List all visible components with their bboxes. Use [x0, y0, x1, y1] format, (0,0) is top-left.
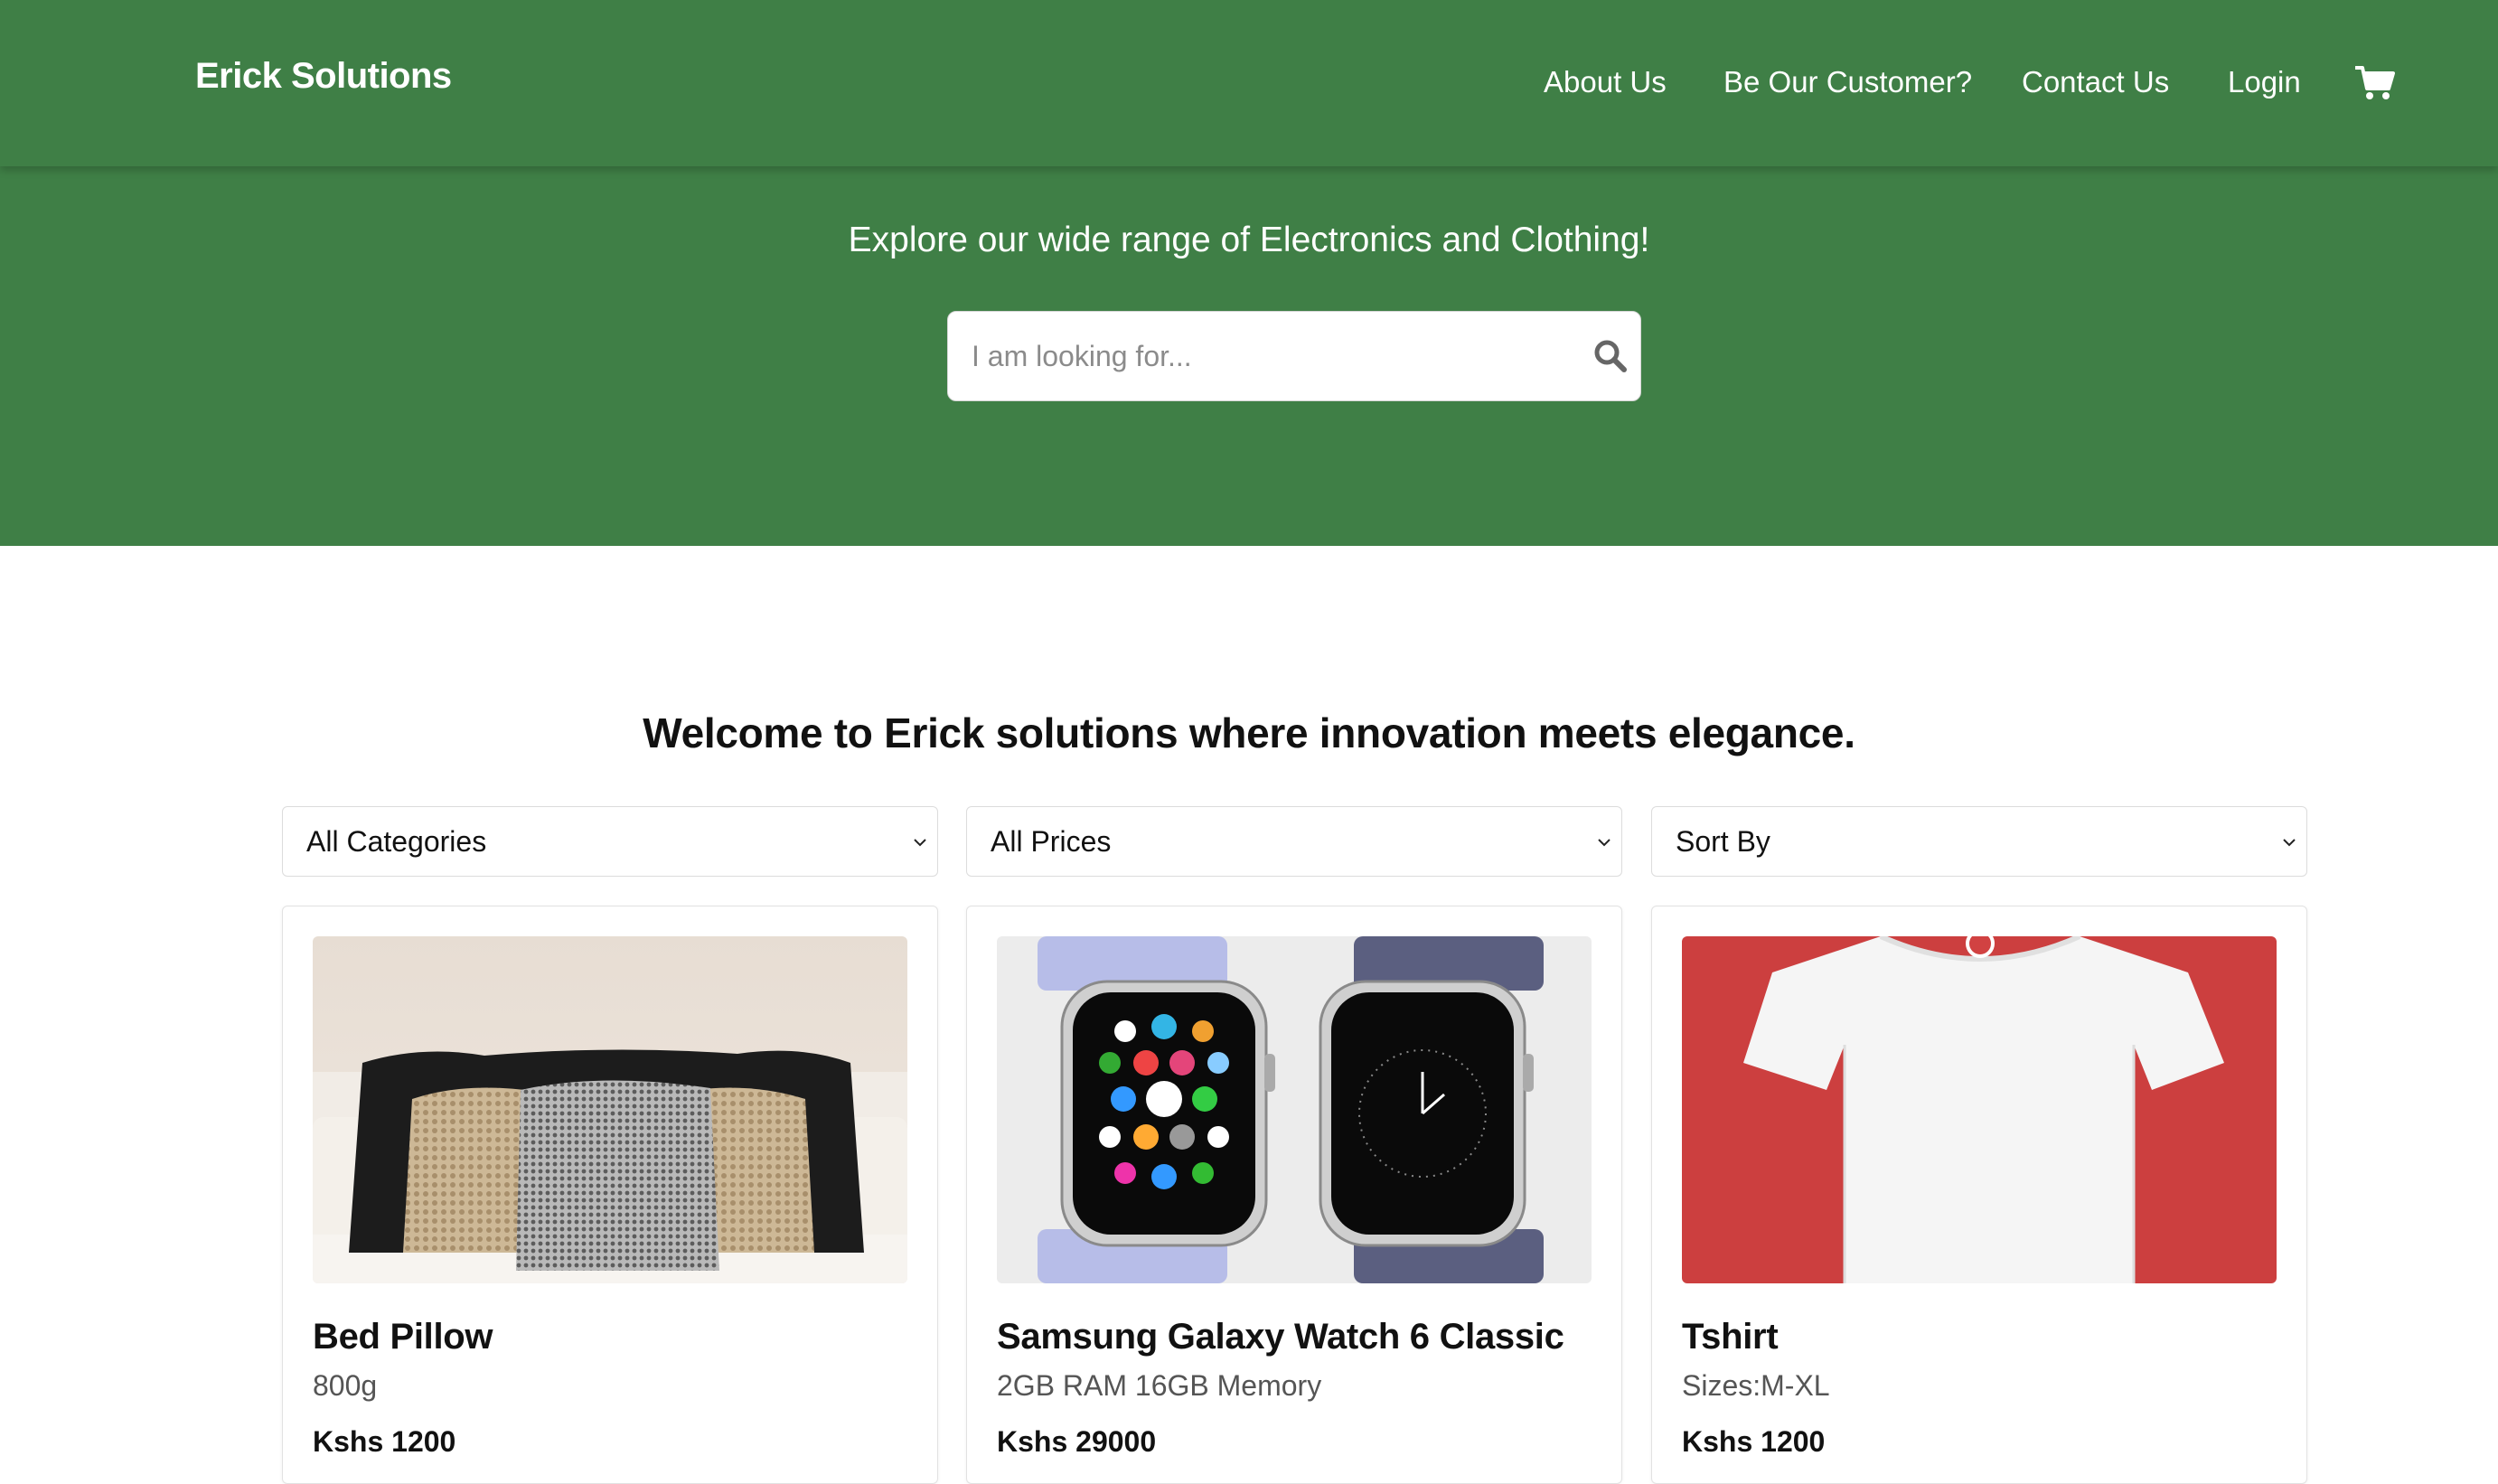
product-name[interactable]: Samsung Galaxy Watch 6 Classic	[997, 1317, 1564, 1357]
product-image-smartwatch[interactable]	[997, 936, 1592, 1283]
chevron-down-icon	[914, 839, 926, 847]
search-icon[interactable]	[1593, 339, 1628, 373]
product-name[interactable]: Tshirt	[1682, 1317, 1779, 1357]
product-description: 2GB RAM 16GB Memory	[997, 1369, 1322, 1402]
chevron-down-icon	[1598, 839, 1611, 847]
welcome-heading: Welcome to Erick solutions where innovat…	[643, 709, 1855, 756]
nav-login[interactable]: Login	[2228, 65, 2301, 99]
sort-by-value: Sort By	[1676, 825, 1770, 858]
product-image-pillows[interactable]	[313, 936, 907, 1283]
search-input[interactable]	[948, 312, 1572, 400]
search-box	[947, 311, 1641, 401]
product-price: Kshs 1200	[1682, 1425, 1826, 1458]
hero-banner: Explore our wide range of Electronics an…	[0, 166, 2498, 546]
top-navbar: Erick Solutions About Us Be Our Customer…	[0, 0, 2498, 166]
shopping-cart-icon[interactable]	[2354, 65, 2395, 101]
brand-logo[interactable]: Erick Solutions	[195, 56, 452, 97]
category-filter-select[interactable]: All Categories	[282, 806, 938, 877]
nav-about-us[interactable]: About Us	[1544, 65, 1667, 99]
hero-title: Explore our wide range of Electronics an…	[848, 221, 1650, 259]
product-card[interactable]: Tshirt Sizes:M-XL Kshs 1200	[1651, 906, 2307, 1484]
product-price: Kshs 1200	[313, 1425, 456, 1458]
product-card[interactable]: Samsung Galaxy Watch 6 Classic 2GB RAM 1…	[966, 906, 1622, 1484]
chevron-down-icon	[2283, 839, 2296, 847]
price-filter-value: All Prices	[991, 825, 1112, 858]
nav-be-our-customer[interactable]: Be Our Customer?	[1723, 65, 1972, 99]
product-description: Sizes:M-XL	[1682, 1369, 1830, 1402]
price-filter-select[interactable]: All Prices	[966, 806, 1622, 877]
sort-by-select[interactable]: Sort By	[1651, 806, 2307, 877]
product-card[interactable]: Bed Pillow 800g Kshs 1200	[282, 906, 938, 1484]
product-image-tshirt[interactable]	[1682, 936, 2277, 1283]
category-filter-value: All Categories	[306, 825, 487, 858]
product-description: 800g	[313, 1369, 378, 1402]
product-name[interactable]: Bed Pillow	[313, 1317, 493, 1357]
nav-contact-us[interactable]: Contact Us	[2022, 65, 2169, 99]
product-price: Kshs 29000	[997, 1425, 1157, 1458]
